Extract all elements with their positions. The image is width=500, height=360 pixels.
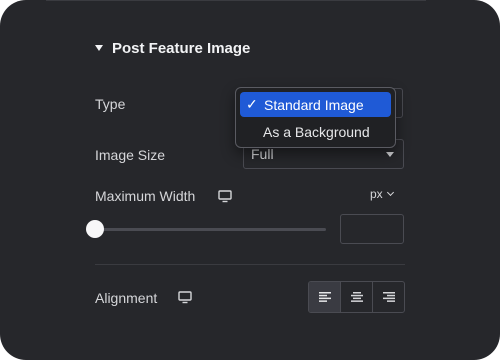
image-size-value: Full (251, 146, 274, 162)
align-left-button[interactable] (309, 282, 341, 312)
checkmark-icon: ✓ (246, 96, 258, 112)
align-center-button[interactable] (341, 282, 373, 312)
section-header-post-feature-image[interactable]: Post Feature Image (95, 37, 250, 59)
align-left-icon (318, 292, 331, 302)
section-divider (95, 264, 405, 265)
desktop-device-icon[interactable] (178, 291, 192, 304)
align-right-button[interactable] (373, 282, 404, 312)
type-option-label: As a Background (263, 123, 370, 140)
max-width-slider-handle[interactable] (86, 220, 104, 238)
max-width-input[interactable] (340, 214, 404, 244)
alignment-button-group (308, 281, 405, 313)
desktop-device-icon[interactable] (218, 190, 232, 203)
alignment-label: Alignment (95, 290, 158, 306)
type-label: Type (95, 96, 126, 112)
chevron-down-icon (386, 152, 394, 157)
type-option-as-a-background[interactable]: As a Background (240, 119, 391, 144)
unit-label: px (370, 187, 383, 201)
max-width-label: Maximum Width (95, 188, 196, 204)
type-dropdown-menu: ✓ Standard Image As a Background (235, 87, 396, 148)
panel-top-divider (46, 0, 426, 1)
chevron-down-icon (386, 188, 394, 197)
section-title: Post Feature Image (112, 39, 251, 57)
caret-down-icon (95, 45, 103, 51)
type-option-label: Standard Image (264, 96, 364, 113)
align-right-icon (382, 292, 395, 302)
type-option-standard-image[interactable]: ✓ Standard Image (240, 92, 391, 117)
max-width-slider-track[interactable] (95, 228, 326, 231)
image-size-label: Image Size (95, 147, 166, 163)
settings-panel: Post Feature Image Type Image Size Full … (0, 0, 500, 360)
align-center-icon (350, 292, 363, 302)
unit-selector[interactable]: px (370, 187, 394, 201)
